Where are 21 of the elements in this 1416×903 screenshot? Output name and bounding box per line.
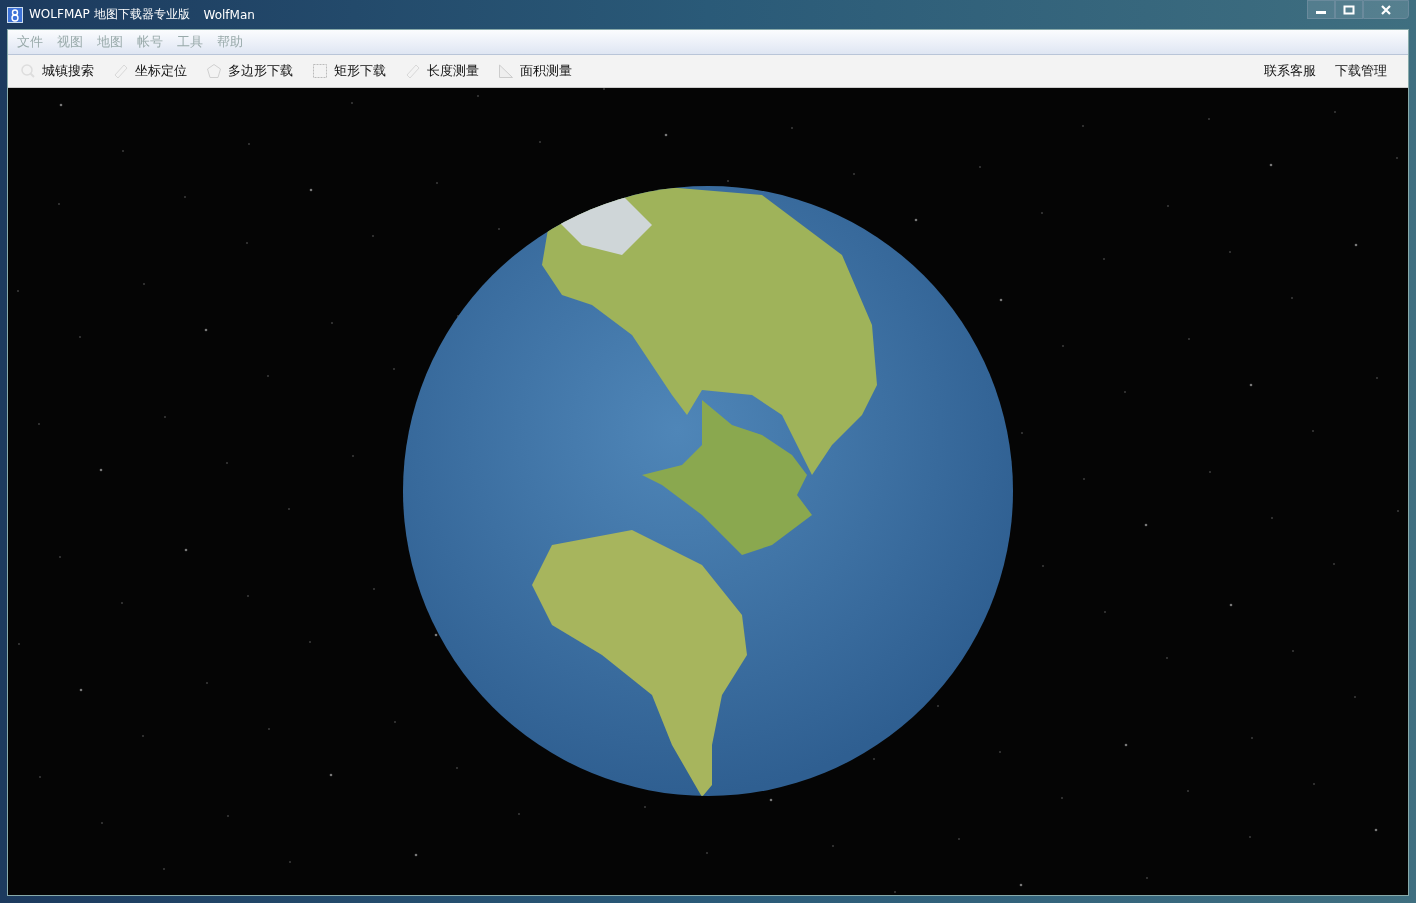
toolbar-button[interactable]: 下载管理 [1331,62,1391,80]
close-icon [1380,4,1392,15]
toolbar-button[interactable]: 城镇搜索 [16,62,98,80]
app-icon [7,6,23,23]
ruler-icon [113,63,129,79]
pentagon-icon [206,63,222,79]
window-title: WOLFMAP 地图下载器专业版 [29,6,190,23]
minimize-icon [1316,11,1326,14]
ruler-icon [405,63,421,79]
rectangle-icon [312,63,328,79]
toolbar-button[interactable]: 面积测量 [494,62,576,80]
toolbar-button[interactable]: 矩形下载 [308,62,390,80]
maximize-icon [1343,4,1355,15]
toolbar-button[interactable]: 联系客服 [1260,62,1320,80]
minimize-button[interactable] [1307,0,1335,19]
toolbar-button[interactable]: 坐标定位 [109,62,191,80]
toolbar-button[interactable]: 多边形下载 [202,62,297,80]
toolbar-button[interactable]: 长度测量 [401,62,483,80]
user-name: WolfMan [203,7,255,22]
maximize-button[interactable] [1335,0,1363,19]
close-button[interactable] [1363,0,1409,19]
